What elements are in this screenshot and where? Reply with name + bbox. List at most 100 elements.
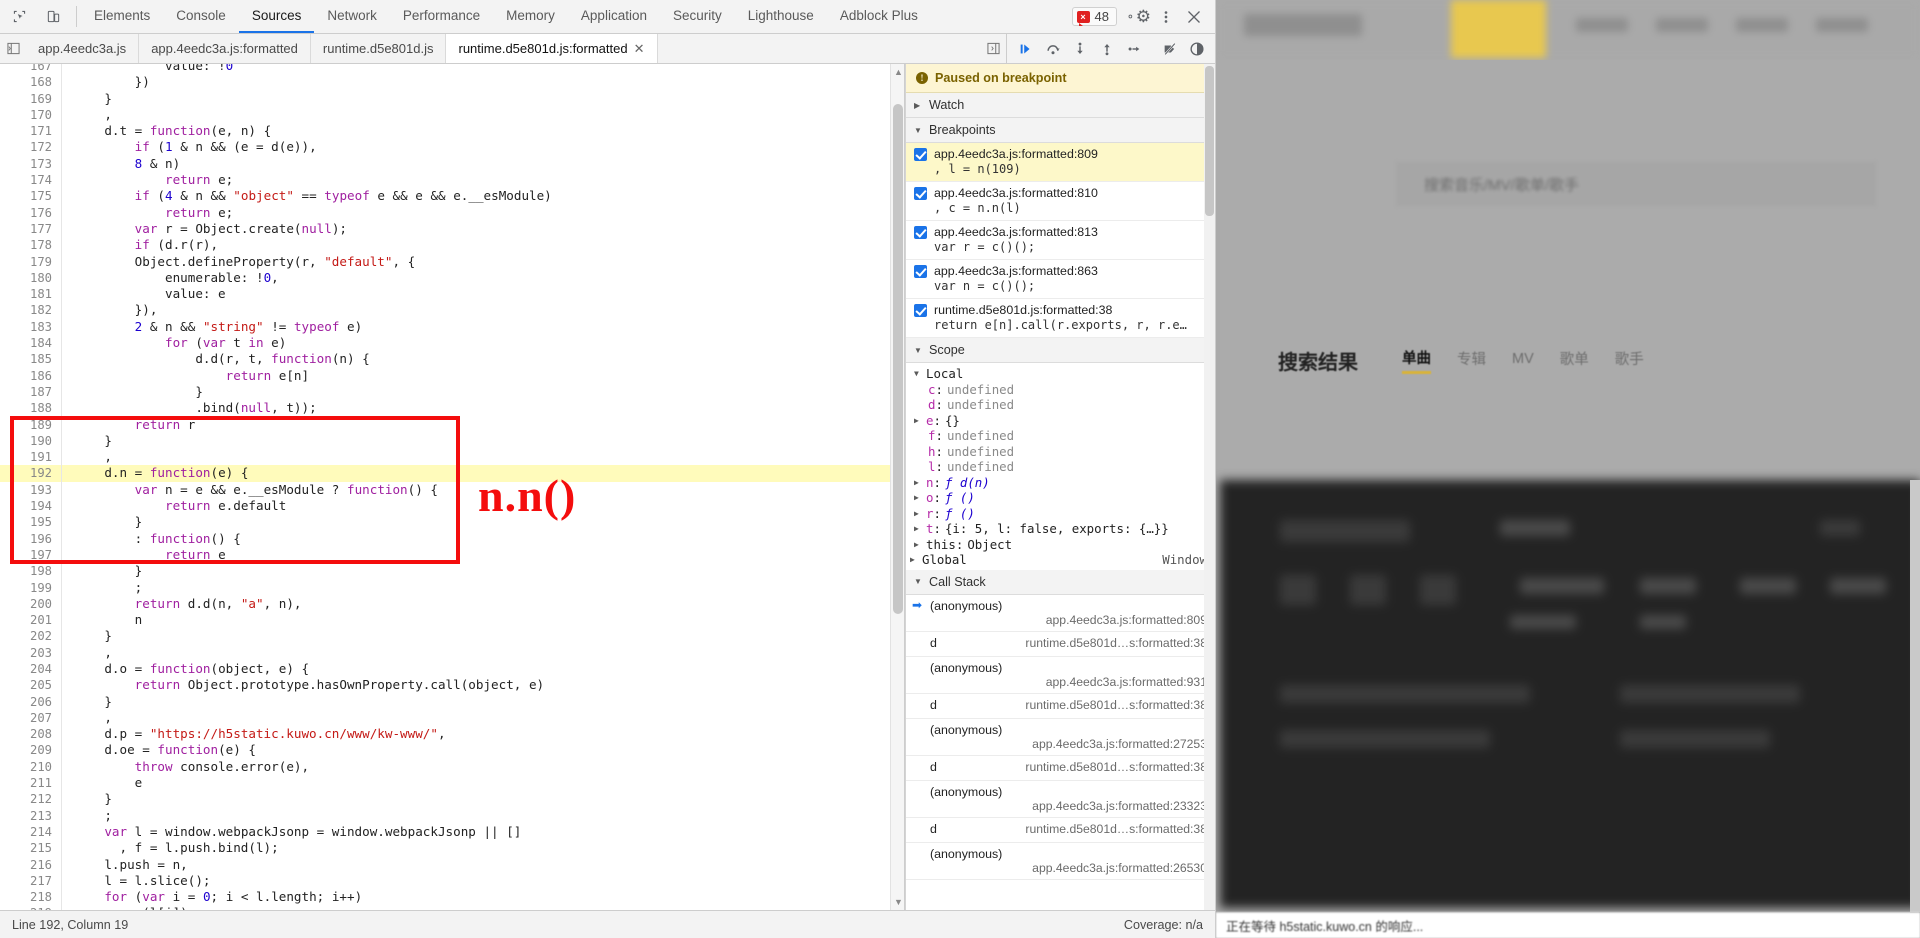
call-stack-frame[interactable]: (anonymous) app.4eedc3a.js:formatted:2653…	[906, 843, 1215, 880]
coverage-label[interactable]: Coverage: n/a	[1124, 918, 1203, 932]
line-number[interactable]: 191	[0, 449, 62, 466]
chevron-right-icon[interactable]: ▶	[914, 540, 926, 549]
scope-variable[interactable]: ▶ e:{}	[906, 413, 1215, 429]
line-number[interactable]: 208	[0, 726, 62, 743]
line-number[interactable]: 199	[0, 579, 62, 596]
line-number[interactable]: 193	[0, 481, 62, 499]
code-line[interactable]: 188 .bind(null, t));	[0, 400, 904, 417]
line-number[interactable]: 181	[0, 286, 62, 303]
site-logo[interactable]	[1244, 14, 1362, 36]
code-line[interactable]: 211 e	[0, 775, 904, 792]
code-line[interactable]: 219 n(l[i]);	[0, 905, 904, 910]
sidebar-scrollbar-thumb[interactable]	[1205, 66, 1214, 216]
code-line[interactable]: 198 }	[0, 563, 904, 580]
close-icon[interactable]	[1181, 4, 1207, 30]
code-line[interactable]: 187 }	[0, 383, 904, 401]
chevron-right-icon[interactable]: ▶	[914, 416, 926, 425]
code-line[interactable]: 218 for (var i = 0; i < l.length; i++)	[0, 889, 904, 906]
line-number[interactable]: 176	[0, 204, 62, 221]
code-line[interactable]: 169 }	[0, 90, 904, 107]
nav-item-active[interactable]	[1451, 0, 1546, 58]
line-number[interactable]: 171	[0, 123, 62, 140]
code-line[interactable]: 208 d.p = "https://h5static.kuwo.cn/www/…	[0, 726, 904, 743]
call-stack-frame[interactable]: d runtime.d5e801d…s:formatted:38	[906, 756, 1215, 781]
call-stack-section-header[interactable]: ▼ Call Stack	[906, 569, 1215, 595]
scope-section-header[interactable]: ▼ Scope	[906, 338, 1215, 363]
scope-variable[interactable]: l: undefined	[906, 459, 1215, 475]
scope-variable[interactable]: h: undefined	[906, 444, 1215, 460]
breakpoint-item[interactable]: app.4eedc3a.js:formatted:813 var r = c()(…	[906, 221, 1215, 260]
editor-scrollbar[interactable]: ▲ ▼	[890, 64, 904, 910]
line-number[interactable]: 207	[0, 709, 62, 727]
scope-variable[interactable]: d: undefined	[906, 397, 1215, 413]
code-line[interactable]: 185 d.d(r, t, function(n) {	[0, 351, 904, 368]
line-number[interactable]: 177	[0, 220, 62, 238]
result-tab[interactable]: 歌手	[1615, 348, 1644, 372]
code-line[interactable]: 177 var r = Object.create(null);	[0, 220, 904, 238]
code-line[interactable]: 170 ,	[0, 106, 904, 124]
result-tab[interactable]: 专辑	[1457, 348, 1486, 372]
code-line[interactable]: 202 }	[0, 628, 904, 645]
result-tab[interactable]: 歌单	[1560, 348, 1589, 372]
chevron-right-icon[interactable]: ▶	[914, 524, 926, 533]
code-line[interactable]: 212 }	[0, 791, 904, 808]
code-line[interactable]: 205 return Object.prototype.hasOwnProper…	[0, 677, 904, 694]
code-line[interactable]: 203 ,	[0, 644, 904, 661]
code-line[interactable]: 186 return e[n]	[0, 367, 904, 384]
code-line[interactable]: 207 ,	[0, 709, 904, 727]
scope-variable[interactable]: ▶ r: ƒ ()	[906, 506, 1215, 522]
line-number[interactable]: 169	[0, 90, 62, 107]
code-line[interactable]: 209 d.oe = function(e) {	[0, 742, 904, 759]
call-stack-frame[interactable]: d runtime.d5e801d…s:formatted:38	[906, 694, 1215, 719]
scope-variable[interactable]: ▶ o: ƒ ()	[906, 490, 1215, 506]
call-stack-frame[interactable]: (anonymous) app.4eedc3a.js:formatted:2725…	[906, 719, 1215, 756]
scope-variable[interactable]: ▶ t: {i: 5, l: false, exports: {…}}	[906, 521, 1215, 537]
tab-overflow-icon[interactable]	[980, 42, 1006, 55]
tab-adblock-plus[interactable]: Adblock Plus	[827, 0, 931, 33]
line-number[interactable]: 217	[0, 872, 62, 890]
show-navigator-icon[interactable]	[0, 34, 26, 63]
nav-item[interactable]	[1576, 18, 1628, 32]
code-line[interactable]: 216 l.push = n,	[0, 856, 904, 873]
tab-application[interactable]: Application	[568, 0, 660, 33]
line-number[interactable]: 219	[0, 905, 62, 910]
code-line[interactable]: 171 d.t = function(e, n) {	[0, 123, 904, 140]
code-line[interactable]: 179 Object.defineProperty(r, "default", …	[0, 253, 904, 270]
code-line[interactable]: 192 d.n = function(e) {	[0, 465, 904, 482]
sidebar-scrollbar[interactable]	[1204, 64, 1215, 910]
line-number[interactable]: 218	[0, 889, 62, 906]
tab-security[interactable]: Security	[660, 0, 735, 33]
line-number[interactable]: 195	[0, 514, 62, 531]
line-number[interactable]: 194	[0, 498, 62, 515]
breakpoint-checkbox[interactable]	[914, 265, 927, 278]
line-number[interactable]: 192	[0, 465, 62, 482]
line-number[interactable]: 206	[0, 693, 62, 710]
result-tab[interactable]: MV	[1512, 351, 1534, 370]
step-into-next-function-call-button[interactable]	[1067, 37, 1092, 61]
code-line[interactable]: 214 var l = window.webpackJsonp = window…	[0, 823, 904, 841]
line-number[interactable]: 210	[0, 758, 62, 776]
line-number[interactable]: 179	[0, 253, 62, 270]
line-number[interactable]: 173	[0, 155, 62, 173]
file-tab[interactable]: app.4eedc3a.js	[26, 34, 140, 63]
scroll-up-arrow[interactable]: ▲	[894, 67, 903, 77]
code-line[interactable]: 201 n	[0, 612, 904, 629]
line-number[interactable]: 201	[0, 612, 62, 629]
line-number[interactable]: 167	[0, 64, 62, 75]
breakpoint-checkbox[interactable]	[914, 226, 927, 239]
code-line[interactable]: 199 ;	[0, 579, 904, 596]
breakpoint-item[interactable]: app.4eedc3a.js:formatted:809, l = n(109)	[906, 143, 1215, 182]
line-number[interactable]: 213	[0, 807, 62, 824]
code-line[interactable]: 206 }	[0, 693, 904, 710]
call-stack-frame[interactable]: ➡ (anonymous) app.4eedc3a.js:formatted:809	[906, 595, 1215, 632]
code-line[interactable]: 168 })	[0, 74, 904, 91]
line-number[interactable]: 178	[0, 237, 62, 254]
line-number[interactable]: 202	[0, 628, 62, 645]
scope-global-group[interactable]: ▶ Global Window	[906, 552, 1215, 568]
nav-item[interactable]	[1656, 18, 1708, 32]
code-line[interactable]: 178 if (d.r(r),	[0, 237, 904, 254]
code-line[interactable]: 176 return e;	[0, 204, 904, 221]
tab-network[interactable]: Network	[314, 0, 390, 33]
step-out-of-current-function-button[interactable]	[1094, 37, 1119, 61]
line-number[interactable]: 209	[0, 742, 62, 759]
